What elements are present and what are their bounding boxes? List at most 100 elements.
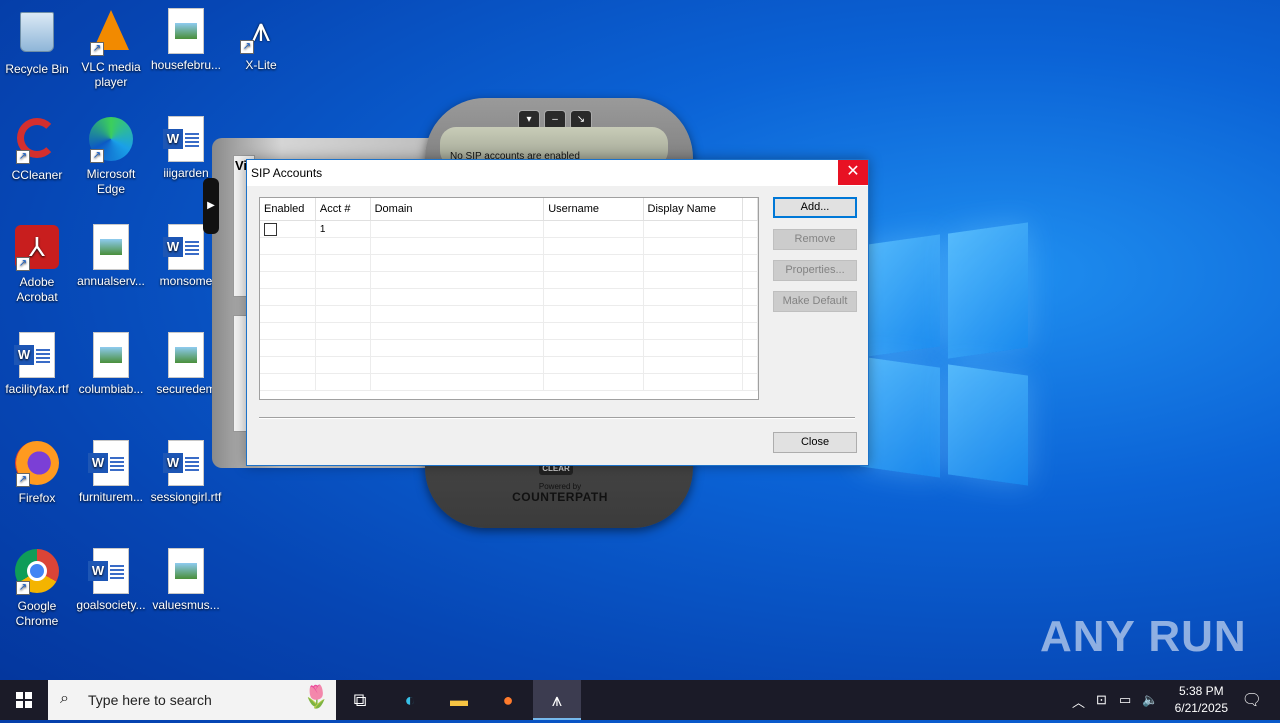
- network-status-icon[interactable]: ⊡: [1096, 692, 1107, 708]
- desktop-icon-housefebru[interactable]: housefebru...: [149, 8, 223, 73]
- make-default-button[interactable]: Make Default: [773, 291, 857, 312]
- recycle-bin-icon: [14, 12, 60, 58]
- add-button[interactable]: Add...: [773, 197, 857, 218]
- empty-row: [260, 373, 758, 391]
- properties-button[interactable]: Properties...: [773, 260, 857, 281]
- empty-row: [260, 254, 758, 272]
- volume-icon[interactable]: 🔈: [1142, 692, 1158, 708]
- desktop-icon-label: CCleaner: [11, 168, 63, 182]
- word-doc-icon: W: [163, 224, 209, 270]
- clock-time: 5:38 PM: [1178, 684, 1224, 698]
- word-doc-icon: W: [88, 440, 134, 486]
- image-file-icon: [163, 332, 209, 378]
- word-doc-icon: W: [163, 116, 209, 162]
- image-file-icon: [163, 548, 209, 594]
- desktop-icon-facilityfax[interactable]: W facilityfax.rtf: [0, 332, 74, 397]
- empty-row: [260, 288, 758, 306]
- column-header-enabled[interactable]: Enabled: [260, 198, 316, 221]
- network-icon[interactable]: ▭: [1119, 692, 1131, 708]
- column-header-acct[interactable]: Acct #: [315, 198, 371, 221]
- desktop-icon-label: facilityfax.rtf: [5, 382, 69, 396]
- desktop-icon-valuesmus[interactable]: valuesmus...: [149, 548, 223, 613]
- desktop-icon-label: furniturem...: [78, 490, 144, 504]
- desktop-icon-annualserv[interactable]: annualserv...: [74, 224, 148, 289]
- notification-center-icon[interactable]: 🗨: [1242, 690, 1262, 710]
- desktop-icon-label: goalsociety...: [76, 598, 146, 612]
- start-button[interactable]: [0, 680, 48, 720]
- image-file-icon: [88, 224, 134, 270]
- ccleaner-icon: ↗: [14, 118, 60, 164]
- desktop-icon-xlite[interactable]: ⩚ ↗ X-Lite: [224, 8, 298, 73]
- chrome-icon: ↗: [14, 549, 60, 595]
- empty-row: [260, 305, 758, 323]
- column-header-display-name[interactable]: Display Name: [643, 198, 744, 221]
- desktop-icon-ccleaner[interactable]: ↗ CCleaner: [0, 116, 74, 183]
- expand-arrow-icon[interactable]: ▶: [203, 178, 219, 234]
- enabled-checkbox[interactable]: [264, 222, 277, 236]
- windows-logo-wallpaper: [860, 222, 1030, 486]
- desktop-icon-label: Microsoft Edge: [86, 167, 136, 196]
- show-hidden-icons-chevron-icon[interactable]: ︿: [1072, 692, 1085, 711]
- shortcut-arrow-icon: ↗: [16, 257, 30, 271]
- remove-button[interactable]: Remove: [773, 229, 857, 250]
- anyrun-watermark: ANY RUN: [1040, 612, 1247, 661]
- taskbar-edge-button[interactable]: ◐: [386, 680, 434, 720]
- column-header-username[interactable]: Username: [543, 198, 644, 221]
- username-cell: [543, 220, 644, 238]
- dialog-separator: [259, 417, 855, 419]
- desktop-icon-edge[interactable]: ↗ Microsoft Edge: [74, 116, 148, 197]
- taskbar-firefox-button[interactable]: ●: [484, 680, 532, 720]
- sip-accounts-dialog: SIP Accounts ✕ Enabled Acct # Domain Use…: [246, 159, 869, 466]
- desktop-icon-label: valuesmus...: [152, 598, 220, 612]
- search-placeholder: Type here to search: [88, 692, 212, 708]
- empty-row: [260, 237, 758, 255]
- column-header-filler: [742, 198, 758, 221]
- firefox-icon: ↗: [14, 441, 60, 487]
- folder-icon: ▬: [450, 690, 468, 710]
- shortcut-arrow-icon: ↗: [16, 473, 30, 487]
- image-file-icon: [163, 8, 209, 54]
- desktop-icon-chrome[interactable]: ↗ Google Chrome: [0, 548, 74, 629]
- desktop-icon-acrobat[interactable]: ⅄ ↗ Adobe Acrobat: [0, 224, 74, 305]
- taskbar-xlite-button[interactable]: ⩚: [533, 680, 581, 720]
- table-header-row: Enabled Acct # Domain Username Display N…: [260, 198, 758, 221]
- taskbar-search-box[interactable]: ⌕ Type here to search 🌷: [48, 680, 336, 720]
- task-view-button[interactable]: ⧉: [336, 680, 384, 720]
- desktop-icon-label: X-Lite: [245, 58, 277, 72]
- xlite-icon: ⩚ ↗: [238, 8, 284, 54]
- desktop-icon-label: Adobe Acrobat: [16, 275, 58, 304]
- dialog-close-button[interactable]: ✕: [838, 160, 868, 185]
- display-name-cell: [643, 220, 744, 238]
- desktop-icon-label: Google Chrome: [15, 599, 59, 628]
- table-row[interactable]: 1: [260, 220, 758, 238]
- shortcut-arrow-icon: ↗: [90, 42, 104, 56]
- desktop-icon-recycle-bin[interactable]: Recycle Bin: [0, 8, 74, 77]
- taskbar-clock[interactable]: 5:38 PM 6/21/2025: [1175, 683, 1228, 717]
- desktop-icon-firefox[interactable]: ↗ Firefox: [0, 440, 74, 506]
- enabled-cell: [260, 220, 316, 238]
- vlc-icon: ↗: [88, 10, 134, 56]
- image-file-icon: [88, 332, 134, 378]
- taskbar-file-explorer-button[interactable]: ▬: [435, 680, 483, 720]
- clock-date: 6/21/2025: [1174, 701, 1228, 715]
- word-doc-icon: W: [163, 440, 209, 486]
- column-header-domain[interactable]: Domain: [370, 198, 545, 221]
- edge-icon: ◐: [404, 690, 416, 710]
- close-icon: ✕: [846, 163, 860, 180]
- desktop-icon-columbiab[interactable]: columbiab...: [74, 332, 148, 397]
- desktop-icon-vlc[interactable]: ↗ VLC media player: [74, 8, 148, 90]
- accounts-table[interactable]: Enabled Acct # Domain Username Display N…: [259, 197, 759, 400]
- desktop-icon-furniturem[interactable]: W furniturem...: [74, 440, 148, 505]
- shortcut-arrow-icon: ↗: [16, 581, 30, 595]
- desktop-icon-goalsociety[interactable]: W goalsociety...: [74, 548, 148, 613]
- desktop-icon-label: VLC media player: [81, 60, 141, 89]
- desktop-icon-label: annualserv...: [77, 274, 145, 288]
- close-button[interactable]: Close: [773, 432, 857, 453]
- windows-start-icon: [16, 692, 32, 708]
- acct-cell: 1: [315, 220, 371, 238]
- empty-row: [260, 322, 758, 340]
- word-doc-icon: W: [14, 332, 60, 378]
- desktop-icon-label: housefebru...: [150, 58, 222, 72]
- empty-row: [260, 356, 758, 374]
- desktop-icon-label: columbiab...: [78, 382, 144, 396]
